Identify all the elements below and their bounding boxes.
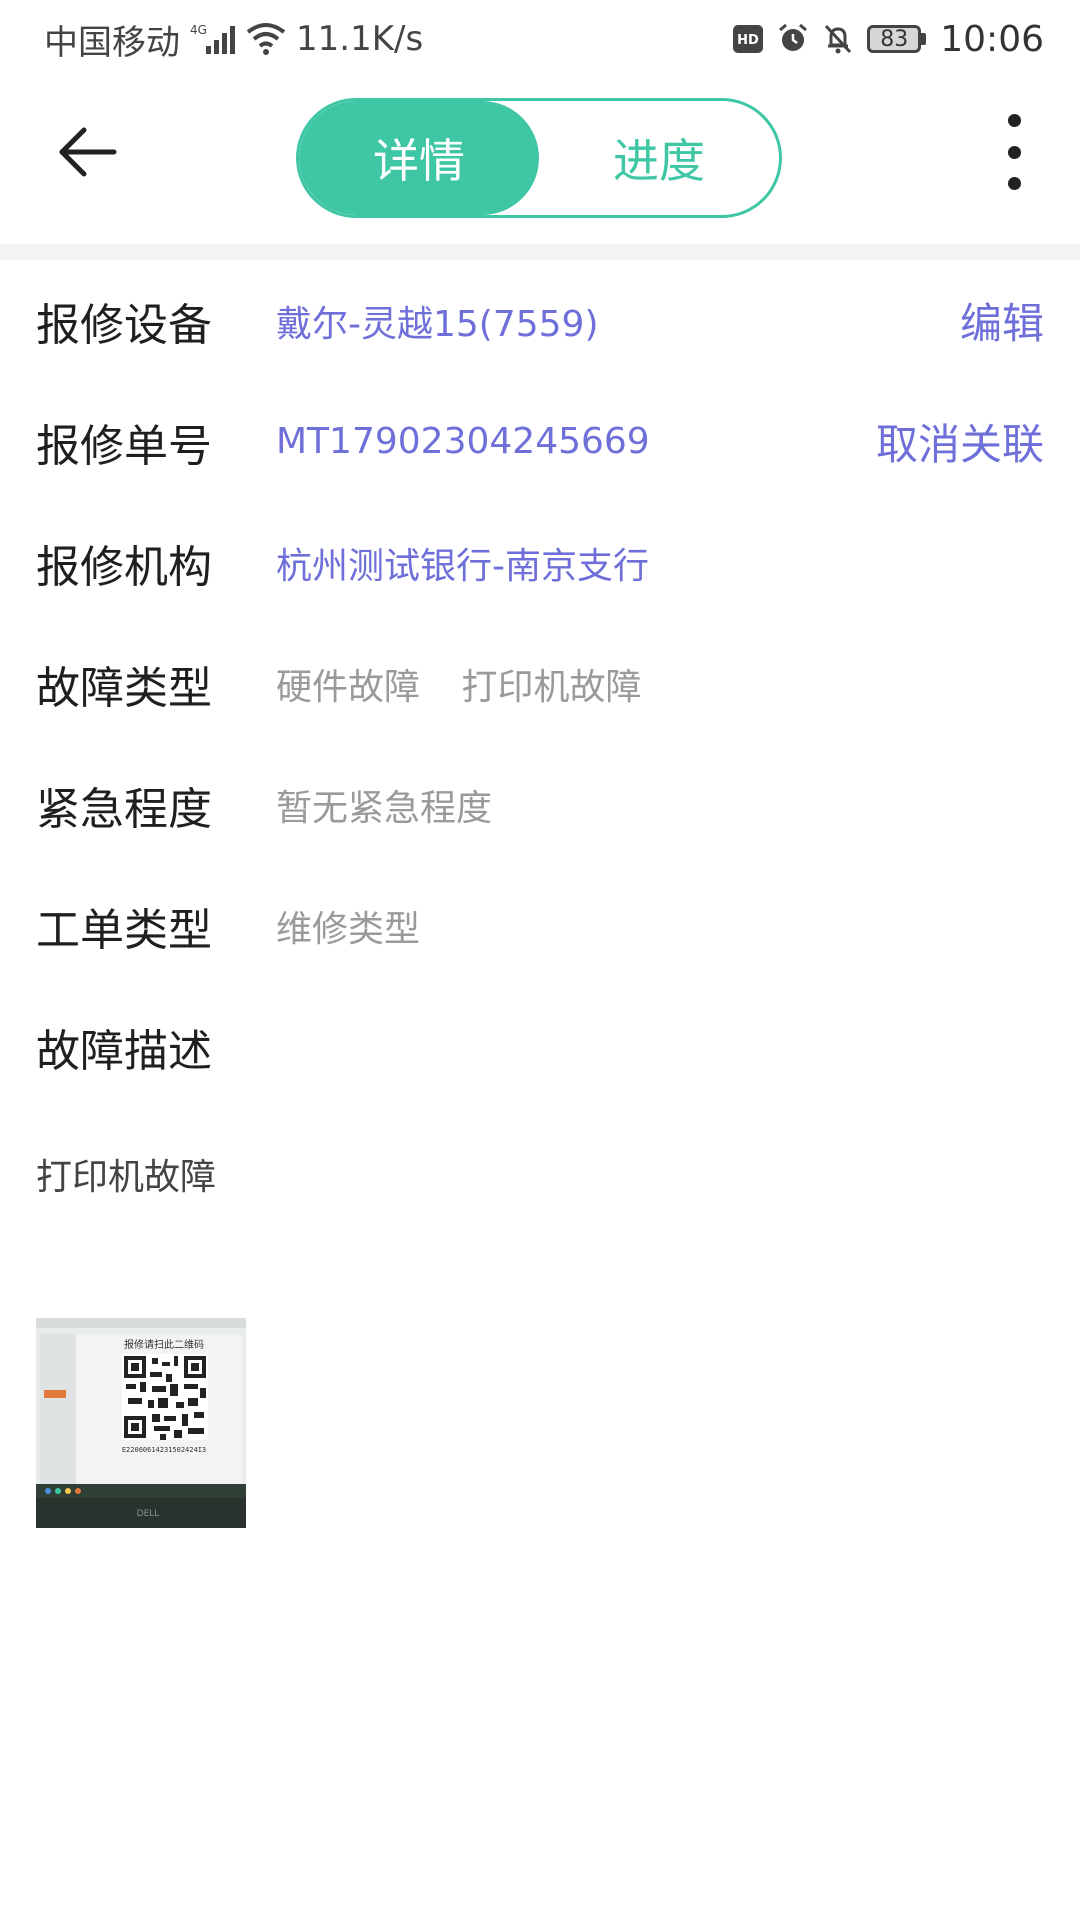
wifi-icon (246, 22, 286, 56)
description-row: 故障描述 (0, 986, 1080, 1107)
hd-badge-label: HD (737, 33, 759, 48)
status-left: 中国移动 4G 11.1K/s (44, 15, 423, 64)
tab-details[interactable]: 详情 (299, 101, 539, 215)
battery-level: 83 (867, 25, 922, 53)
photo-brand: DELL (137, 1509, 160, 1519)
order-type-row: 工单类型 维修类型 (0, 865, 1080, 986)
section-divider (0, 244, 1080, 260)
order-no-label: 报修单号 (36, 420, 212, 472)
battery-icon: 83 (867, 25, 927, 53)
order-type-value: 维修类型 (276, 908, 421, 950)
status-bar: 中国移动 4G 11.1K/s HD 83 10:06 (0, 0, 1080, 78)
urgency-row: 紧急程度 暂无紧急程度 (0, 744, 1080, 865)
tab-switcher: 详情 进度 (296, 98, 782, 218)
network-type-label: 4G (190, 23, 207, 37)
network-speed: 11.1K/s (296, 19, 424, 59)
description-text: 打印机故障 (36, 1157, 217, 1198)
header: 详情 进度 (0, 78, 1080, 244)
detail-list: 报修设备 戴尔-灵越15(7559) 编辑 报修单号 MT17902304245… (0, 260, 1080, 1107)
organization-row: 报修机构 杭州测试银行-南京支行 (0, 502, 1080, 623)
description-label: 故障描述 (36, 1025, 212, 1077)
order-type-label: 工单类型 (36, 904, 212, 956)
qr-photo-icon: 报修请扫此二维码 E22060614231502424I3 DELL (36, 1318, 246, 1528)
battery-tip (921, 33, 927, 45)
attachment-thumbnail[interactable]: 报修请扫此二维码 E22060614231502424I3 DELL (36, 1318, 246, 1528)
fault-type-values: 硬件故障 打印机故障 (276, 658, 1044, 710)
fault-type-label: 故障类型 (36, 662, 212, 714)
organization-label: 报修机构 (36, 541, 212, 593)
device-value[interactable]: 戴尔-灵越15(7559) (276, 295, 960, 347)
clock: 10:06 (940, 18, 1044, 60)
mute-bell-icon (823, 23, 853, 55)
more-options-icon[interactable] (994, 114, 1034, 190)
unlink-button[interactable]: 取消关联 (876, 411, 1044, 472)
order-no-row: 报修单号 MT17902304245669 取消关联 (0, 381, 1080, 502)
signal-icon: 4G (190, 22, 236, 56)
photo-caption: 报修请扫此二维码 (124, 1338, 204, 1351)
hd-icon: HD (733, 25, 764, 53)
urgency-value: 暂无紧急程度 (276, 787, 493, 829)
carrier-label: 中国移动 (44, 22, 180, 63)
urgency-label: 紧急程度 (36, 783, 212, 835)
fault-type-row: 故障类型 硬件故障 打印机故障 (0, 623, 1080, 744)
photo-code: E22060614231502424I3 (122, 1446, 206, 1454)
fault-type-value: 硬件故障 (276, 666, 421, 708)
edit-button[interactable]: 编辑 (960, 290, 1044, 351)
status-right: HD 83 10:06 (733, 19, 1044, 60)
back-arrow-icon (59, 127, 117, 177)
device-label: 报修设备 (36, 299, 212, 351)
tab-progress[interactable]: 进度 (539, 101, 779, 215)
fault-subtype-value: 打印机故障 (461, 666, 642, 708)
organization-value[interactable]: 杭州测试银行-南京支行 (276, 537, 1044, 589)
device-row: 报修设备 戴尔-灵越15(7559) 编辑 (0, 260, 1080, 381)
alarm-icon (777, 23, 809, 55)
back-button[interactable] (52, 116, 124, 188)
order-no-value[interactable]: MT17902304245669 (276, 421, 876, 462)
